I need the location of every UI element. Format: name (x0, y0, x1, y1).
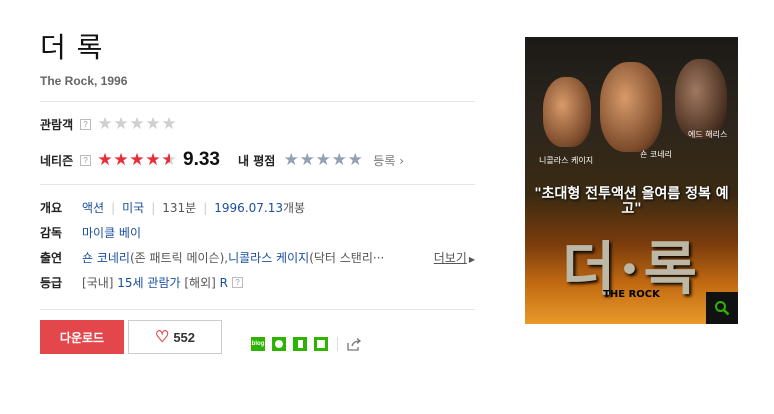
help-icon[interactable]: ? (80, 118, 91, 130)
zoom-button[interactable] (706, 292, 738, 324)
separator: | (151, 200, 156, 215)
register-rating-link[interactable]: 등록 › (373, 152, 404, 169)
rating-foreign-link[interactable]: R (220, 276, 228, 290)
poster-cast-left: 니콜라스 케이지 (539, 156, 594, 165)
netizen-score: 9.33 (183, 149, 220, 170)
rating-label: 등급 (40, 276, 63, 290)
netizen-rating-row: 네티즌 ? ★ ★ ★ ★ ★ 9.33 내 평점 ★ ★ ★ ★ ★ 등록 › (40, 149, 475, 170)
poster-cast-center: 숀 코네리 (640, 150, 672, 159)
audience-rating-label: 관람객 (40, 117, 74, 132)
divider (40, 101, 475, 102)
star-half-icon: ★ (161, 149, 177, 170)
overview-label: 개요 (40, 201, 63, 215)
help-icon[interactable]: ? (80, 154, 91, 166)
star-icon: ★ (161, 113, 177, 134)
star-icon: ★ (97, 149, 113, 170)
poster-cast-right: 에드 해리스 (688, 130, 728, 139)
star-icon[interactable]: ★ (283, 151, 299, 169)
star-icon[interactable]: ★ (331, 151, 347, 169)
bookmark-share-icon[interactable] (293, 337, 307, 351)
star-icon: ★ (113, 113, 129, 134)
more-label: 더보기 (433, 251, 467, 265)
genre-link[interactable]: 액션 (82, 199, 104, 216)
cafe-share-icon[interactable] (272, 337, 286, 351)
star-icon: ★ (129, 113, 145, 134)
my-rating-label: 내 평점 (237, 153, 276, 168)
poster-tagline: "초대형 전투액션 올여름 정복 예고" (534, 186, 729, 217)
poster-face-left (543, 77, 591, 147)
share-icon[interactable] (346, 337, 362, 351)
register-label: 등록 (373, 153, 396, 168)
director-link[interactable]: 마이클 베이 (82, 224, 141, 241)
my-rating-stars[interactable]: ★ ★ ★ ★ ★ (283, 151, 363, 169)
release-suffix: 개봉 (283, 201, 306, 215)
release-date-link[interactable]: 1996.07.13 (214, 201, 283, 215)
separator: | (111, 200, 116, 215)
poster-face-center (600, 62, 662, 152)
cast-link[interactable]: 숀 코네리 (82, 249, 130, 266)
divider (40, 309, 475, 310)
rating-foreign-prefix: [해외] (184, 276, 216, 290)
divider (40, 184, 475, 185)
star-icon[interactable]: ★ (315, 151, 331, 169)
memo-share-icon[interactable] (314, 337, 328, 351)
cast-row: 출연 숀 코네리 (존 패트릭 메이슨), 니콜라스 케이지 (닥터 스탠리··· … (40, 245, 475, 270)
star-icon[interactable]: ★ (299, 151, 315, 169)
overview-row: 개요 액션 | 미국 | 131분 | 1996.07.13 개봉 (40, 195, 475, 220)
heart-icon: ♡ (154, 329, 170, 346)
chevron-right-icon: › (399, 153, 405, 168)
like-button[interactable]: ♡ 552 (128, 320, 222, 354)
more-cast-link[interactable]: 더보기 ▶ (434, 249, 475, 266)
movie-subtitle: The Rock, 1996 (40, 74, 128, 88)
star-icon: ★ (145, 113, 161, 134)
divider (337, 337, 338, 351)
director-row: 감독 마이클 베이 (40, 220, 475, 245)
star-icon: ★ (97, 113, 113, 134)
share-icons: blog (251, 337, 362, 351)
rating-row: 등급 [국내] 15세 관람가 [해외] R ? (40, 270, 475, 295)
movie-details: 개요 액션 | 미국 | 131분 | 1996.07.13 개봉 감독 마이클 … (40, 195, 475, 295)
director-label: 감독 (40, 226, 63, 240)
download-button[interactable]: 다운로드 (40, 320, 124, 354)
cast-role: (닥터 스탠리··· (309, 251, 385, 265)
like-count: 552 (173, 329, 196, 345)
audience-rating-row: 관람객 ? ★ ★ ★ ★ ★ (40, 114, 475, 134)
star-icon: ★ (129, 149, 145, 170)
poster-face-right (675, 59, 727, 139)
netizen-stars: ★ ★ ★ ★ ★ (97, 149, 177, 170)
country-link[interactable]: 미국 (122, 199, 144, 216)
netizen-rating-label: 네티즌 (40, 153, 74, 168)
movie-info-panel: 더 록 The Rock, 1996 관람객 ? ★ ★ ★ ★ ★ 네티즌 ? ★ ★ ★… (40, 30, 475, 310)
star-icon: ★ (113, 149, 129, 170)
cast-link[interactable]: 니콜라스 케이지 (228, 249, 309, 266)
separator: | (203, 200, 208, 215)
movie-poster[interactable]: 니콜라스 케이지 숀 코네리 에드 해리스 "초대형 전투액션 올여름 정복 예… (525, 37, 738, 324)
help-icon[interactable]: ? (231, 277, 243, 288)
rating-domestic-link[interactable]: 15세 관람가 (117, 274, 180, 291)
audience-stars: ★ ★ ★ ★ ★ (97, 113, 177, 134)
caret-right-icon: ▶ (468, 255, 475, 264)
blog-share-icon[interactable]: blog (251, 337, 265, 351)
rating-domestic-prefix: [국내] (82, 276, 114, 290)
star-icon: ★ (145, 149, 161, 170)
runtime: 131분 (162, 201, 197, 215)
magnifier-icon (715, 301, 730, 316)
cast-role: (존 패트릭 메이슨), (129, 251, 229, 265)
cast-label: 출연 (40, 251, 63, 265)
movie-title: 더 록 (40, 31, 104, 64)
star-icon[interactable]: ★ (347, 151, 363, 169)
action-buttons: 다운로드 ♡ 552 (40, 320, 222, 354)
